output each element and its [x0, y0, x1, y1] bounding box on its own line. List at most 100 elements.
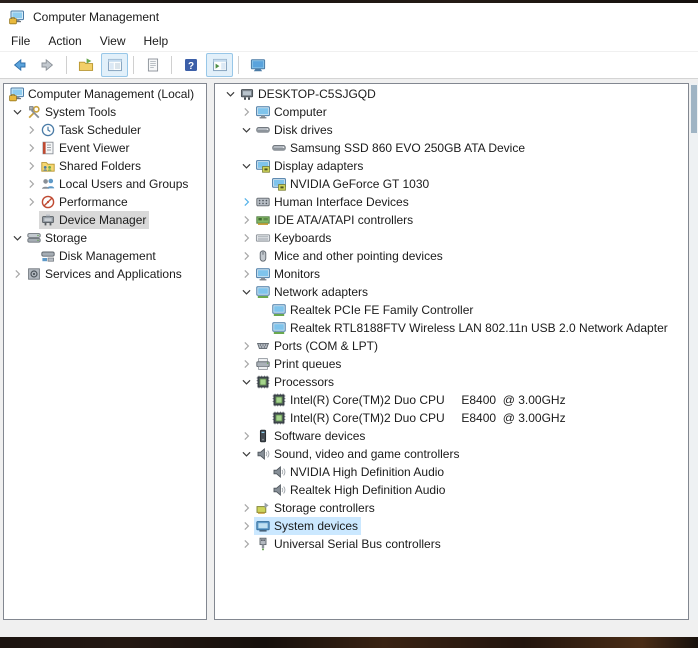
storage-icon	[26, 230, 42, 246]
chevron-down-icon[interactable]	[239, 374, 254, 390]
tree-item-label: Universal Serial Bus controllers	[274, 537, 441, 551]
chevron-right-icon[interactable]	[239, 194, 254, 210]
tree-item-sound-video-and-game-controllers[interactable]: Sound, video and game controllers	[215, 445, 688, 463]
tree-item-keyboards[interactable]: Keyboards	[215, 229, 688, 247]
chevron-down-icon[interactable]	[239, 122, 254, 138]
chevron-down-icon[interactable]	[10, 104, 25, 120]
chevron-right-icon[interactable]	[239, 500, 254, 516]
chevron-right-icon[interactable]	[239, 428, 254, 444]
chevron-right-icon[interactable]	[24, 158, 39, 174]
menu-file[interactable]: File	[2, 32, 39, 50]
chevron-right-icon[interactable]	[239, 212, 254, 228]
chevron-down-icon[interactable]	[239, 284, 254, 300]
tree-item-shared-folders[interactable]: Shared Folders	[4, 157, 206, 175]
tree-item-realtek-pcie-fe-family-controller[interactable]: Realtek PCIe FE Family Controller	[215, 301, 688, 319]
tree-item-label: Monitors	[274, 267, 321, 281]
speaker-icon	[271, 482, 287, 498]
chevron-right-icon[interactable]	[239, 266, 254, 282]
tree-item-storage-controllers[interactable]: Storage controllers	[215, 499, 688, 517]
tree-item-ports-com-lpt[interactable]: Ports (COM & LPT)	[215, 337, 688, 355]
tree-item-label: Computer Management (Local)	[28, 87, 195, 101]
tree-item-monitors[interactable]: Monitors	[215, 265, 688, 283]
menu-help[interactable]: Help	[135, 32, 178, 50]
tree-item-local-users-and-groups[interactable]: Local Users and Groups	[4, 175, 206, 193]
tree-item-disk-management[interactable]: Disk Management	[4, 247, 206, 265]
shared-folders-icon	[40, 158, 56, 174]
tree-item-display-adapters[interactable]: Display adapters	[215, 157, 688, 175]
tree-item-disk-drives[interactable]: Disk drives	[215, 121, 688, 139]
tree-item-realtek-high-definition-audio[interactable]: Realtek High Definition Audio	[215, 481, 688, 499]
tree-item-network-adapters[interactable]: Network adapters	[215, 283, 688, 301]
tree-item-samsung-ssd-860-evo-250gb-ata-device[interactable]: Samsung SSD 860 EVO 250GB ATA Device	[215, 139, 688, 157]
chevron-right-icon[interactable]	[24, 194, 39, 210]
svg-text:?: ?	[187, 61, 193, 72]
tree-item-system-tools[interactable]: System Tools	[4, 103, 206, 121]
toolbar-show-console-tree-button[interactable]	[101, 53, 128, 77]
menu-bar: File Action View Help	[0, 30, 698, 52]
tree-item-performance[interactable]: Performance	[4, 193, 206, 211]
tree-item-task-scheduler[interactable]: Task Scheduler	[4, 121, 206, 139]
tree-item-intel-r-core-tm-2-duo-cpu-e8400-3-00ghz[interactable]: Intel(R) Core(TM)2 Duo CPU E8400 @ 3.00G…	[215, 409, 688, 427]
menu-action[interactable]: Action	[39, 32, 90, 50]
toolbar-properties-button[interactable]	[139, 53, 166, 77]
chevron-down-icon[interactable]	[239, 446, 254, 462]
forward-arrow-icon	[41, 58, 53, 72]
ide-controller-icon	[255, 212, 271, 228]
tree-item-computer-management-local[interactable]: Computer Management (Local)	[4, 85, 206, 103]
console-tree-pane[interactable]: Computer Management (Local) System Tools T…	[3, 83, 207, 620]
tree-item-storage[interactable]: Storage	[4, 229, 206, 247]
device-tree: DESKTOP-C5SJGQD Computer Disk drives Samsun…	[215, 84, 688, 553]
chevron-right-icon[interactable]	[239, 536, 254, 552]
tree-item-universal-serial-bus-controllers[interactable]: Universal Serial Bus controllers	[215, 535, 688, 553]
chevron-right-icon[interactable]	[239, 230, 254, 246]
chevron-right-icon[interactable]	[24, 140, 39, 156]
tree-item-services-and-applications[interactable]: Services and Applications	[4, 265, 206, 283]
toolbar-remote-control-button[interactable]	[244, 53, 271, 77]
chevron-right-icon[interactable]	[24, 176, 39, 192]
device-tree-pane[interactable]: DESKTOP-C5SJGQD Computer Disk drives Samsun…	[214, 83, 689, 620]
tree-item-event-viewer[interactable]: Event Viewer	[4, 139, 206, 157]
printer-icon	[255, 356, 271, 372]
vertical-scrollbar[interactable]	[690, 83, 698, 620]
chevron-down-icon[interactable]	[10, 230, 25, 246]
tree-item-nvidia-high-definition-audio[interactable]: NVIDIA High Definition Audio	[215, 463, 688, 481]
chevron-right-icon[interactable]	[239, 104, 254, 120]
tree-item-mice-and-other-pointing-devices[interactable]: Mice and other pointing devices	[215, 247, 688, 265]
computer-monitor-icon	[255, 266, 271, 282]
tree-item-nvidia-geforce-gt-1030[interactable]: NVIDIA GeForce GT 1030	[215, 175, 688, 193]
chevron-right-icon[interactable]	[239, 338, 254, 354]
storage-controller-icon	[255, 500, 271, 516]
tree-item-system-devices[interactable]: System devices	[215, 517, 688, 535]
toolbar-help-button[interactable]: ?	[177, 53, 204, 77]
chevron-down-icon[interactable]	[223, 86, 238, 102]
chevron-down-icon[interactable]	[239, 158, 254, 174]
chevron-right-icon[interactable]	[239, 248, 254, 264]
title-bar[interactable]: Computer Management	[0, 3, 698, 30]
chevron-right-icon[interactable]	[239, 356, 254, 372]
menu-view[interactable]: View	[91, 32, 135, 50]
tree-item-computer[interactable]: Computer	[215, 103, 688, 121]
tree-item-device-manager[interactable]: Device Manager	[4, 211, 206, 229]
tree-item-desktop-c5sjgqd[interactable]: DESKTOP-C5SJGQD	[215, 85, 688, 103]
chevron-right-icon[interactable]	[24, 122, 39, 138]
chevron-right-icon[interactable]	[239, 518, 254, 534]
tree-item-ide-ata-atapi-controllers[interactable]: IDE ATA/ATAPI controllers	[215, 211, 688, 229]
console-tree: Computer Management (Local) System Tools T…	[4, 84, 206, 283]
tree-item-human-interface-devices[interactable]: Human Interface Devices	[215, 193, 688, 211]
toolbar-back-arrow-button[interactable]	[5, 53, 32, 77]
tree-item-intel-r-core-tm-2-duo-cpu-e8400-3-00ghz[interactable]: Intel(R) Core(TM)2 Duo CPU E8400 @ 3.00G…	[215, 391, 688, 409]
scrollbar-thumb[interactable]	[691, 85, 697, 133]
chevron-right-icon[interactable]	[10, 266, 25, 282]
toolbar-show-action-pane-button[interactable]	[206, 53, 233, 77]
tree-item-realtek-rtl8188ftv-wireless-lan-802-11n-usb-2-0-network-adapter[interactable]: Realtek RTL8188FTV Wireless LAN 802.11n …	[215, 319, 688, 337]
tree-item-processors[interactable]: Processors	[215, 373, 688, 391]
toolbar-forward-arrow-button[interactable]	[34, 53, 61, 77]
help-icon: ?	[184, 59, 197, 72]
tree-item-print-queues[interactable]: Print queues	[215, 355, 688, 373]
toolbar-export-list-button[interactable]	[72, 53, 99, 77]
tree-item-software-devices[interactable]: Software devices	[215, 427, 688, 445]
